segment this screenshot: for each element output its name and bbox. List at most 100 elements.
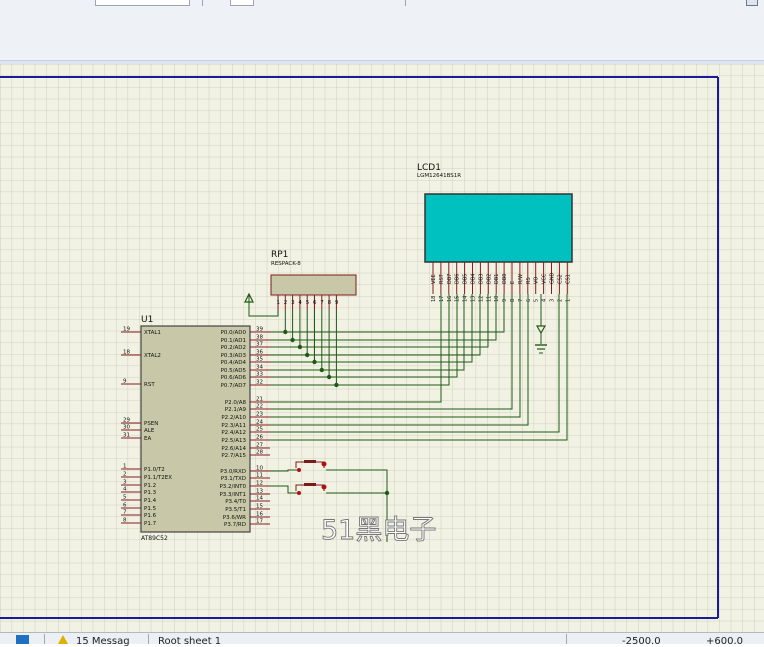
mcu-pin-number: 11 bbox=[256, 473, 263, 479]
mcu-pin-label: P1.0/T2 bbox=[144, 467, 165, 473]
mcu-pin-number: 39 bbox=[256, 327, 263, 333]
mcu-pin-label: P3.2/INT0 bbox=[219, 484, 246, 490]
mcu-pin-number: 26 bbox=[256, 435, 263, 441]
mcu-pin-number: 3 bbox=[123, 480, 127, 486]
junction-dot bbox=[312, 359, 317, 365]
mcu-pin-number: 28 bbox=[256, 450, 263, 456]
mcu-pin-label: XTAL2 bbox=[144, 353, 161, 359]
lcd-pin-label: E bbox=[510, 281, 516, 284]
junction-dot bbox=[305, 352, 310, 358]
lcd-pin-label: DB6 bbox=[455, 274, 461, 284]
mcu-pin-label: P3.7/RD bbox=[224, 522, 246, 528]
respack-pin-number: 6 bbox=[313, 300, 317, 306]
mcu-pin-label: P3.3/INT1 bbox=[219, 492, 246, 498]
mcu-pin-label: P2.4/A12 bbox=[221, 430, 246, 436]
mcu-pin-number: 2 bbox=[123, 472, 127, 478]
lcd-pin-label: GND bbox=[550, 272, 556, 284]
lcd-pin-label: R/W bbox=[518, 274, 524, 284]
mcu-pin-number: 7 bbox=[123, 510, 127, 516]
lcd-pin-label: RS bbox=[526, 277, 532, 284]
mcu-pin-number: 32 bbox=[256, 380, 263, 386]
mcu-pin-label: P2.5/A13 bbox=[221, 438, 246, 444]
lcd-pin-label: VCC bbox=[542, 273, 548, 284]
mcu-pin-number: 29 bbox=[123, 418, 130, 424]
toolbar-button[interactable] bbox=[746, 0, 758, 6]
schematic-canvas[interactable]: LCD1 LGM12641BS1R VEE 18 RST 17 DB7 16 DB6 15 DB… bbox=[0, 64, 764, 632]
mcu-pin-number: 30 bbox=[123, 425, 130, 431]
mcu-pin-label: P2.7/A15 bbox=[221, 453, 246, 459]
toolbar-separator bbox=[405, 0, 406, 6]
lcd-pin-label: DB3 bbox=[478, 274, 484, 284]
lcd-pin-number: 16 bbox=[447, 296, 453, 302]
mcu-pin-label: P1.1/T2EX bbox=[144, 475, 172, 481]
mcu-pin-label: P0.1/AD1 bbox=[221, 338, 246, 344]
junction-dot bbox=[334, 382, 339, 388]
mcu-pin-label: P0.4/AD4 bbox=[221, 360, 247, 366]
junction-dot bbox=[297, 344, 303, 350]
mcu-pin-label: RST bbox=[144, 382, 155, 388]
mcu-pin-label: P3.1/TXD bbox=[221, 476, 246, 482]
lcd-pin-label: DB7 bbox=[447, 274, 453, 284]
lcd-pin-label: DB0 bbox=[502, 274, 508, 284]
toolbar-dropdown[interactable] bbox=[95, 0, 190, 6]
schematic-drawing: LCD1 LGM12641BS1R VEE18RST17DB716DB615DB… bbox=[0, 64, 764, 632]
lcd-pin-label: DB1 bbox=[494, 274, 500, 284]
mcu-pin-number: 35 bbox=[256, 357, 263, 363]
lcd-pin-number: 3 bbox=[550, 299, 556, 302]
mcu-pin-number: 18 bbox=[123, 350, 130, 356]
mcu-pin-number: 37 bbox=[256, 342, 263, 348]
junction-dot bbox=[283, 329, 288, 335]
status-bar: 15 Messag Root sheet 1 -2500.0 +600.0 bbox=[0, 632, 764, 647]
mcu-pin-number: 31 bbox=[123, 433, 130, 439]
lcd-screen bbox=[424, 193, 573, 263]
mcu-pin-label: XTAL1 bbox=[144, 330, 161, 336]
mcu-pin-label: P0.7/AD7 bbox=[221, 383, 247, 389]
coord-y: +600.0 bbox=[706, 636, 744, 647]
toolbar bbox=[0, 0, 764, 61]
mcu-pin-label: P2.0/A8 bbox=[225, 400, 247, 406]
mcu-pin-label: P3.5/T1 bbox=[225, 507, 246, 513]
lcd-pin-number: 8 bbox=[510, 299, 516, 302]
messages-count[interactable]: 15 Messag bbox=[76, 636, 130, 647]
lcd-pin-label: CS1 bbox=[565, 274, 571, 284]
toolbar-field[interactable] bbox=[230, 0, 254, 6]
lcd-pin-label: VEE bbox=[431, 274, 437, 284]
mcu-pin-label: PSEN bbox=[144, 421, 158, 427]
lcd-pin-number: 17 bbox=[439, 296, 445, 302]
lcd-pin-number: 10 bbox=[494, 296, 500, 302]
mcu-pin-number: 14 bbox=[256, 496, 263, 502]
mcu-pin-label: EA bbox=[144, 436, 151, 442]
junction-dot bbox=[319, 367, 324, 373]
lcd-pin-label: DB5 bbox=[463, 274, 469, 284]
mcu-pin-number: 16 bbox=[256, 512, 263, 518]
mcu-pin-label: P2.2/A10 bbox=[221, 415, 246, 421]
mcu-pin-number: 17 bbox=[256, 519, 263, 525]
mcu-pin-label: P1.2 bbox=[144, 483, 156, 489]
junction-dot bbox=[384, 490, 390, 496]
mcu-pin-label: P0.5/AD5 bbox=[221, 368, 247, 374]
mcu-pin-label: P1.6 bbox=[144, 513, 157, 519]
mcu-component[interactable]: U1 AT89C52 19XTAL118XTAL29RST29PSEN30ALE… bbox=[121, 315, 270, 542]
lcd-pin-number: 6 bbox=[526, 299, 532, 302]
mcu-pin-label: P1.7 bbox=[144, 521, 157, 527]
mcu-pin-number: 8 bbox=[123, 518, 127, 524]
mcu-pin-number: 4 bbox=[123, 487, 127, 493]
lcd-pin-number: 1 bbox=[565, 299, 571, 302]
lcd-pin-number: 18 bbox=[431, 296, 437, 302]
toolbar-separator bbox=[202, 0, 203, 6]
mcu-pin-label: P0.3/AD3 bbox=[221, 353, 247, 359]
mcu-pin-number: 27 bbox=[256, 443, 263, 449]
grid bbox=[0, 64, 764, 632]
mcu-pin-label: P2.1/A9 bbox=[225, 407, 247, 413]
sheet-name: Root sheet 1 bbox=[158, 636, 222, 647]
mcu-pin-number: 23 bbox=[256, 412, 263, 418]
mcu-pin-label: ALE bbox=[144, 428, 155, 434]
respack-pin-number: 1 bbox=[277, 300, 281, 306]
lcd-ref: LCD1 bbox=[417, 163, 441, 173]
mcu-pin-number: 15 bbox=[256, 504, 263, 510]
mcu-pin-number: 34 bbox=[256, 365, 263, 371]
mcu-pin-label: P1.5 bbox=[144, 506, 157, 512]
respack-pin-number: 8 bbox=[328, 300, 332, 306]
mcu-part: AT89C52 bbox=[141, 535, 168, 542]
mcu-pin-number: 5 bbox=[123, 495, 127, 501]
